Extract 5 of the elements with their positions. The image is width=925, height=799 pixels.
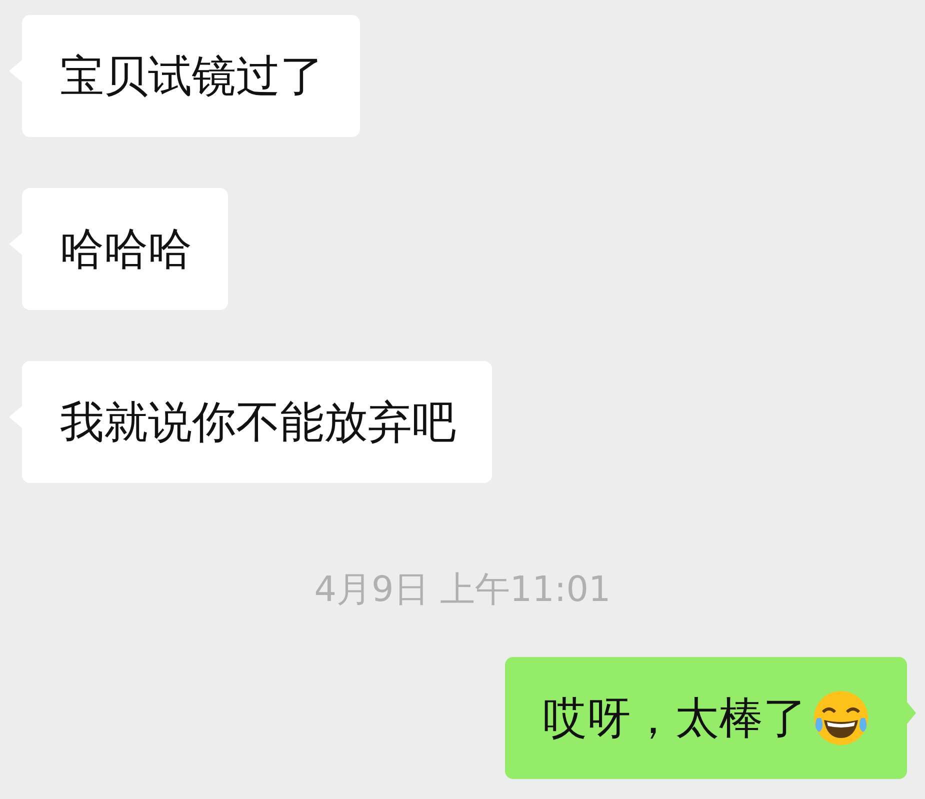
message-text: 宝贝试镜过了 bbox=[60, 50, 324, 104]
message-text: 我就说你不能放弃吧 bbox=[60, 396, 456, 450]
message-text: 哈哈哈 bbox=[60, 222, 192, 276]
timestamp: 4月9日 上午11:01 bbox=[314, 569, 611, 612]
message-text: 哎呀，太棒了 bbox=[543, 692, 807, 746]
